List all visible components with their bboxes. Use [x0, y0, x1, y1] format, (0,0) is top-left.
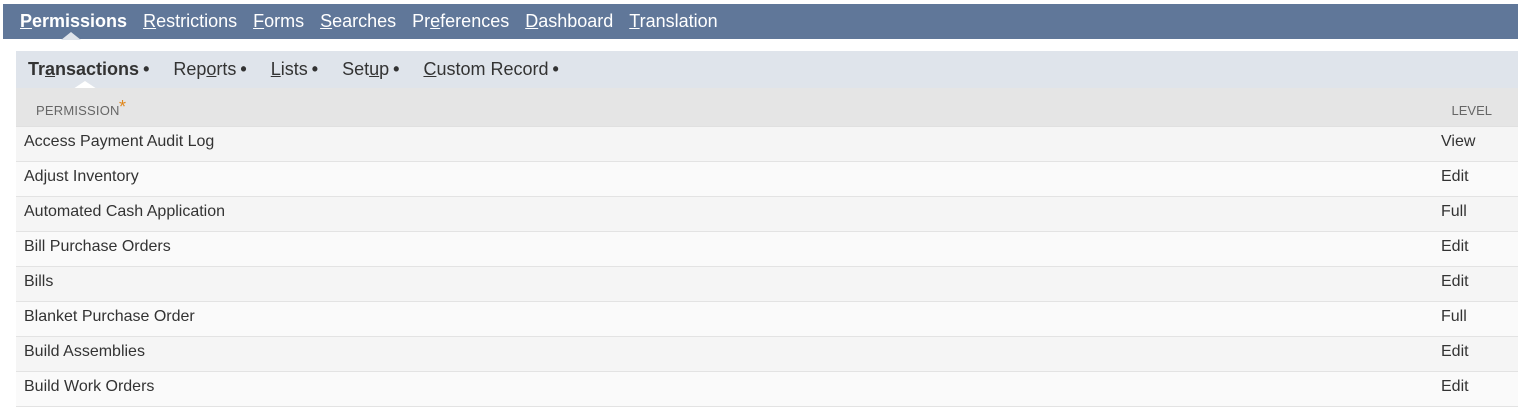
tab-searches[interactable]: Searches: [320, 11, 396, 32]
tab-preferences[interactable]: Preferences: [412, 11, 509, 32]
tab-restrictions[interactable]: Restrictions: [143, 11, 237, 32]
tab-forms[interactable]: Forms: [253, 11, 304, 32]
table-row[interactable]: Bill Purchase Orders Edit: [16, 232, 1518, 267]
tab-permissions-rest: ermissions: [32, 11, 128, 31]
subtab-lists-dot: •: [311, 59, 319, 79]
row-permission: Build Assemblies: [24, 343, 145, 360]
subtab-reports-pre: Rep: [173, 59, 207, 79]
subtab-transactions-rest: nsactions: [55, 59, 140, 79]
row-level: Edit: [1441, 273, 1469, 290]
tab-restrictions-key: R: [143, 11, 157, 31]
tab-forms-rest: orms: [264, 11, 305, 31]
tab-translation[interactable]: Translation: [629, 11, 717, 32]
subtab-transactions[interactable]: Transactions •: [28, 59, 149, 80]
subtab-custom-record-rest: ustom Record: [436, 59, 549, 79]
subtab-setup-dot: •: [393, 59, 400, 79]
table-row[interactable]: Build Assemblies Edit: [16, 337, 1518, 372]
table-row[interactable]: Automated Cash Application Full: [16, 197, 1518, 232]
row-level: Edit: [1441, 238, 1469, 255]
row-level: Edit: [1441, 378, 1469, 395]
grid-header: PERMISSION * LEVEL: [16, 88, 1518, 127]
subtab-lists-rest: ists: [280, 59, 308, 79]
subtab-reports-key: o: [206, 59, 217, 79]
row-level: Edit: [1441, 168, 1469, 185]
row-permission: Build Work Orders: [24, 378, 155, 395]
subtab-reports[interactable]: Reports •: [173, 59, 246, 80]
top-tab-bar: Permissions Restrictions Forms Searches …: [3, 4, 1518, 39]
subtab-setup-pre: Set: [342, 59, 370, 79]
tab-dashboard-rest: ashboard: [538, 11, 614, 31]
subtab-reports-rest: rts: [216, 59, 237, 79]
required-star: *: [119, 97, 127, 117]
row-permission: Access Payment Audit Log: [24, 133, 215, 150]
subtab-setup-key: u: [369, 59, 380, 79]
tab-forms-key: F: [253, 11, 265, 31]
subtab-setup[interactable]: Setup •: [342, 59, 399, 80]
subtab-bar: Transactions • Reports • Lists • Setup • Cus…: [16, 51, 578, 88]
tab-searches-rest: earches: [332, 11, 397, 31]
row-level: Full: [1441, 308, 1467, 325]
tab-preferences-key: e: [430, 11, 441, 31]
table-row[interactable]: Build Work Orders Edit: [16, 372, 1518, 407]
row-level: View: [1441, 133, 1476, 150]
subtab-reports-dot: •: [240, 59, 247, 79]
row-permission: Bill Purchase Orders: [24, 238, 171, 255]
subtab-custom-record-key: C: [423, 59, 437, 79]
subtab-lists[interactable]: Lists •: [271, 59, 318, 80]
tab-preferences-rest: ferences: [440, 11, 510, 31]
tab-translation-rest: ranslation: [639, 11, 718, 31]
tab-searches-key: S: [320, 11, 333, 31]
tab-dashboard[interactable]: Dashboard: [525, 11, 613, 32]
grid-rows: Access Payment Audit Log View Adjust Inve…: [16, 127, 1518, 407]
tab-dashboard-key: D: [525, 11, 539, 31]
subtab-transactions-dot: •: [143, 59, 150, 79]
tab-permissions[interactable]: Permissions: [20, 11, 127, 32]
tab-restrictions-rest: estrictions: [156, 11, 238, 31]
subtab-lists-key: L: [270, 59, 281, 79]
active-tab-caret: [61, 32, 81, 40]
row-permission: Blanket Purchase Order: [24, 308, 195, 325]
row-permission: Automated Cash Application: [24, 203, 226, 220]
header-level[interactable]: LEVEL: [1452, 103, 1492, 118]
table-row[interactable]: Bills Edit: [16, 267, 1518, 302]
subtab-transactions-pre: Tr: [28, 59, 46, 79]
row-level: Edit: [1441, 343, 1469, 360]
table-row[interactable]: Blanket Purchase Order Full: [16, 302, 1518, 337]
header-permission[interactable]: PERMISSION: [36, 103, 120, 118]
table-row[interactable]: Adjust Inventory Edit: [16, 162, 1518, 197]
row-level: Full: [1441, 203, 1467, 220]
subtab-custom-record[interactable]: Custom Record •: [423, 59, 558, 80]
permissions-grid: PERMISSION * LEVEL Access Payment Audit …: [16, 88, 1518, 407]
tab-preferences-pre: Pr: [412, 11, 431, 31]
subtab-setup-rest: p: [379, 59, 390, 79]
tab-translation-key: T: [629, 11, 640, 31]
subtab-transactions-key: a: [45, 59, 56, 79]
table-row[interactable]: Access Payment Audit Log View: [16, 127, 1518, 162]
row-permission: Adjust Inventory: [24, 168, 139, 185]
row-permission: Bills: [24, 273, 54, 290]
subtab-custom-record-dot: •: [552, 59, 559, 79]
tab-permissions-key: P: [20, 11, 33, 31]
